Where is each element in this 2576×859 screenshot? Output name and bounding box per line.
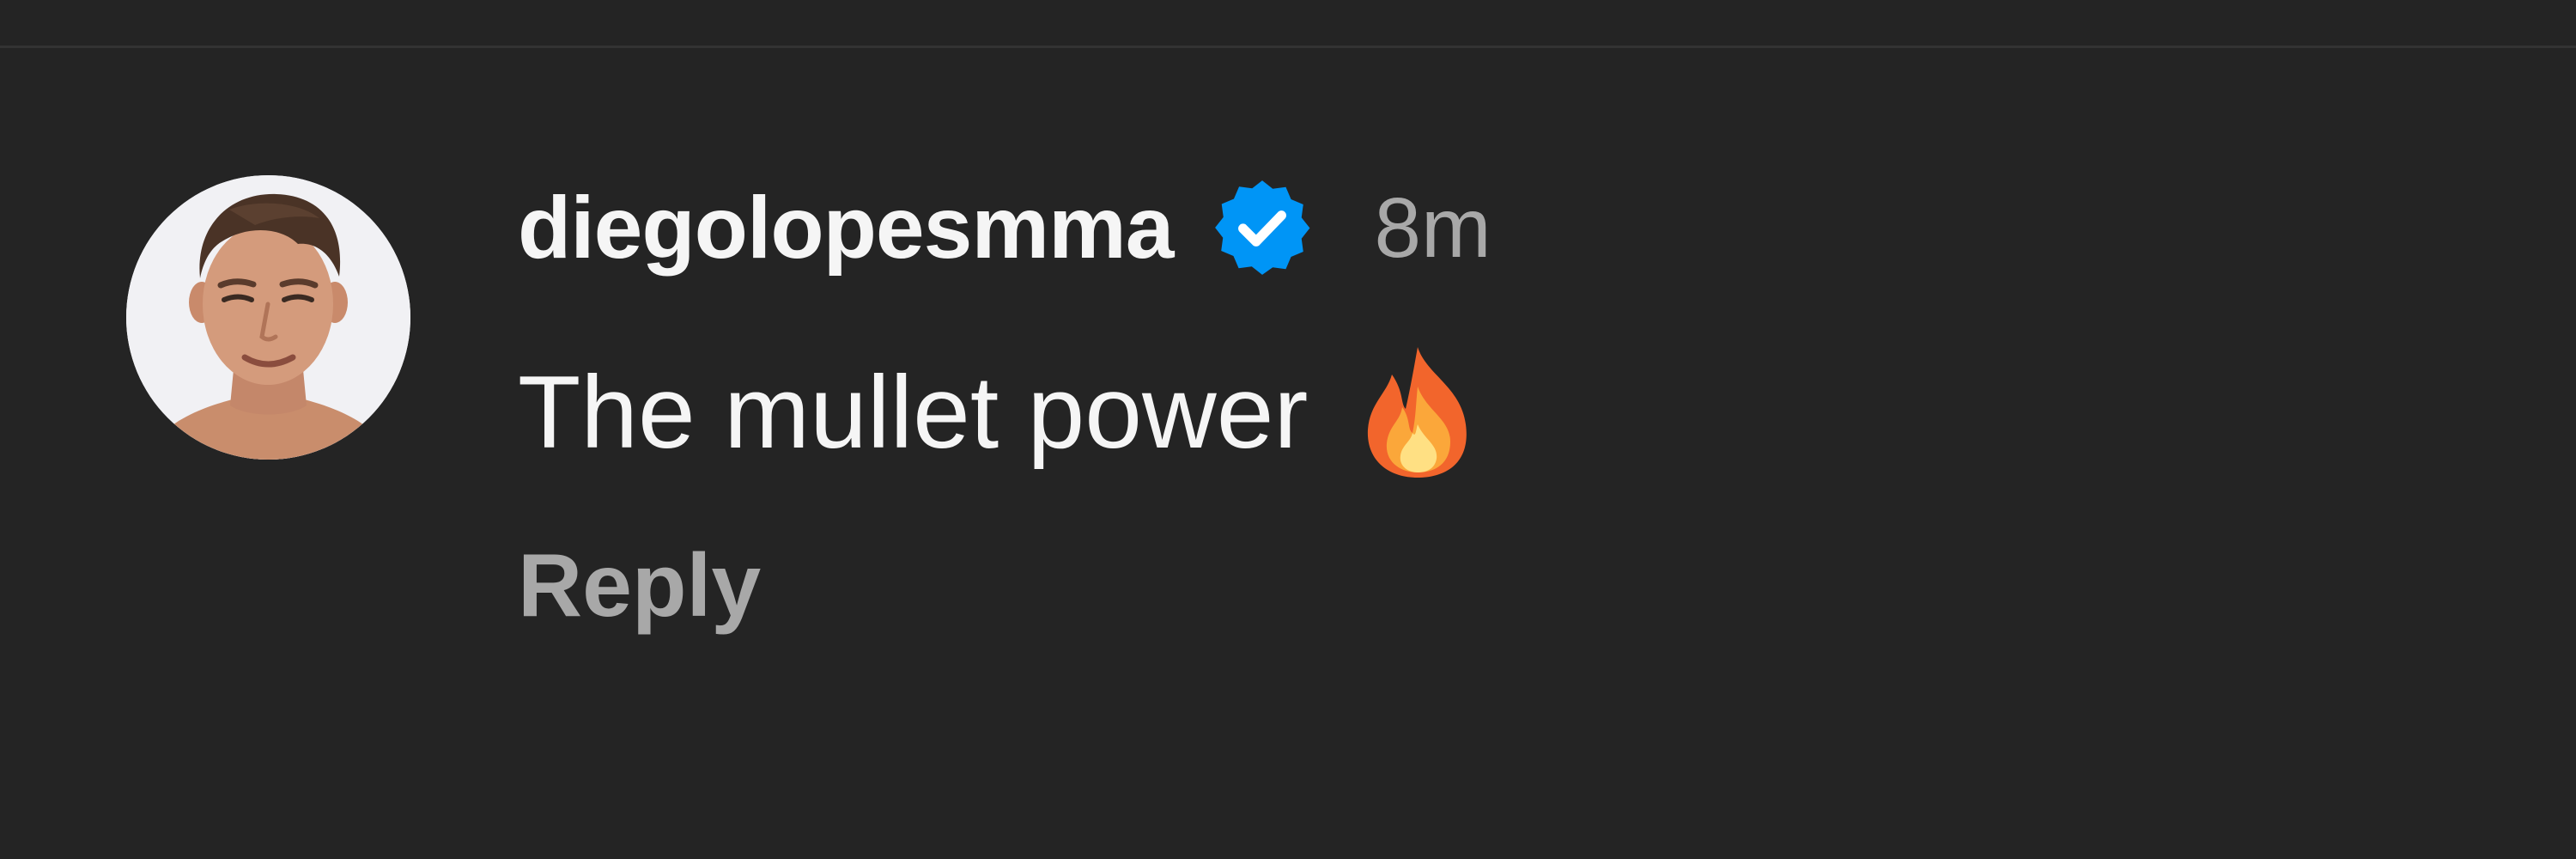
comment-body: The mullet power xyxy=(518,339,1478,485)
avatar-image xyxy=(126,175,410,460)
username[interactable]: diegolopesmma xyxy=(518,184,1175,271)
comment-header: diegolopesmma 8m xyxy=(518,168,1492,288)
verified-badge-icon xyxy=(1210,175,1315,280)
timestamp: 8m xyxy=(1374,180,1492,275)
avatar[interactable] xyxy=(126,175,410,460)
reply-button[interactable]: Reply xyxy=(518,541,761,631)
comment-item: diegolopesmma 8m The mullet power Reply xyxy=(0,0,2576,859)
fire-emoji-icon xyxy=(1358,344,1478,481)
comment-text: The mullet power xyxy=(518,355,1309,470)
